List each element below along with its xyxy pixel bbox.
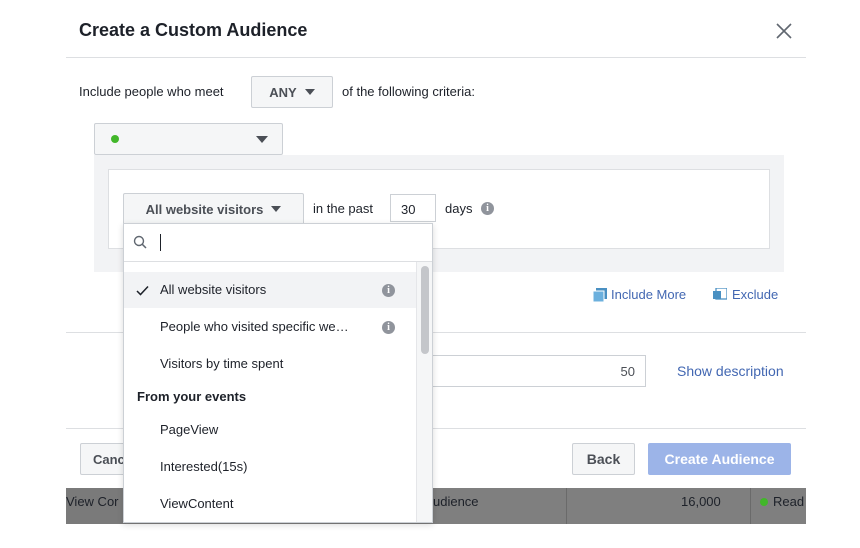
- criteria-prefix: Include people who meet: [79, 84, 224, 99]
- show-description-link[interactable]: Show description: [677, 363, 784, 379]
- include-more-icon: [593, 287, 607, 302]
- chevron-down-icon: [271, 206, 282, 212]
- dropdown-item-label: ViewContent: [160, 496, 234, 511]
- pixel-source-dropdown[interactable]: [94, 123, 283, 155]
- audience-name-input[interactable]: 50: [420, 355, 646, 387]
- dropdown-item[interactable]: ViewContent: [124, 486, 416, 522]
- bg-middle-text: udience: [433, 494, 479, 509]
- dropdown-item[interactable]: Visitors by time spent: [124, 346, 416, 382]
- text-cursor: [160, 234, 161, 251]
- exclude-icon: [713, 287, 727, 300]
- dropdown-item-label: People who visited specific we…: [160, 319, 349, 334]
- match-any-dropdown[interactable]: ANY: [251, 76, 333, 108]
- search-icon: [133, 235, 147, 249]
- dialog-title: Create a Custom Audience: [79, 20, 308, 40]
- match-any-label: ANY: [269, 84, 297, 100]
- dropdown-item[interactable]: Interested(15s): [124, 449, 416, 485]
- in-the-past-label: in the past: [313, 201, 373, 216]
- info-icon[interactable]: i: [481, 202, 494, 215]
- visitors-dropdown[interactable]: All website visitors: [123, 193, 304, 225]
- criteria-suffix: of the following criteria:: [342, 84, 475, 99]
- bg-divider: [566, 488, 567, 524]
- create-audience-button[interactable]: Create Audience: [648, 443, 791, 475]
- dropdown-section-header: From your events: [137, 389, 247, 404]
- status-dot-icon: [760, 498, 768, 506]
- chevron-down-icon: [304, 89, 315, 95]
- visitors-dropdown-menu: All website visitors i People who visite…: [123, 223, 433, 523]
- scrollbar-thumb[interactable]: [421, 266, 429, 354]
- dropdown-item[interactable]: All website visitors i: [124, 272, 416, 308]
- dropdown-item-label: Visitors by time spent: [160, 356, 284, 371]
- char-count: 50: [620, 364, 635, 379]
- back-label: Back: [586, 451, 621, 467]
- exclude-link[interactable]: Exclude: [713, 287, 778, 302]
- days-label: days: [445, 201, 473, 216]
- bg-divider: [750, 488, 751, 524]
- dropdown-item[interactable]: PageView: [124, 412, 416, 448]
- back-button[interactable]: Back: [572, 443, 635, 475]
- info-icon[interactable]: i: [382, 321, 395, 334]
- bg-size: 16,000: [681, 494, 721, 509]
- dropdown-item[interactable]: People who visited specific we… i: [124, 309, 416, 345]
- dropdown-search[interactable]: [124, 224, 432, 262]
- bg-status: Read: [773, 494, 805, 509]
- dropdown-scrollbar[interactable]: [416, 262, 432, 522]
- chevron-down-icon: [256, 136, 268, 143]
- close-icon[interactable]: [775, 22, 793, 40]
- dropdown-item-label: Interested(15s): [160, 459, 248, 474]
- include-more-link[interactable]: Include More: [593, 287, 686, 302]
- checkmark-icon: [136, 285, 149, 296]
- header-divider: [66, 57, 806, 58]
- visitors-dropdown-label: All website visitors: [145, 201, 264, 217]
- days-input[interactable]: 30: [390, 194, 436, 222]
- include-more-label: Include More: [611, 287, 687, 302]
- bg-left-text: View Cor: [66, 494, 119, 509]
- status-dot-icon: [111, 135, 119, 143]
- create-audience-label: Create Audience: [664, 451, 775, 467]
- dropdown-item-label: All website visitors: [160, 282, 267, 297]
- info-icon[interactable]: i: [382, 284, 395, 297]
- exclude-label: Exclude: [732, 287, 779, 302]
- dropdown-item-label: PageView: [160, 422, 219, 437]
